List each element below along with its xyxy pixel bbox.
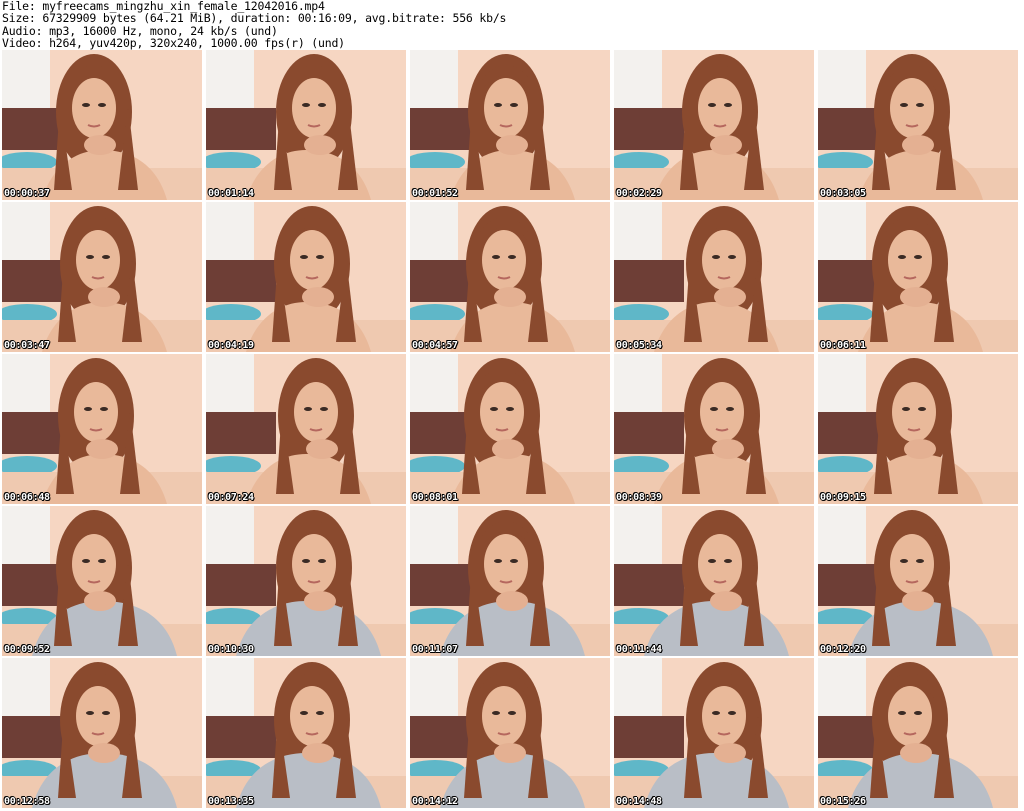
thumbnail-image <box>410 50 610 200</box>
video-thumbnail[interactable]: 00:00:37 <box>2 50 202 200</box>
video-thumbnail[interactable]: 00:01:14 <box>206 50 406 200</box>
video-thumbnail[interactable]: 00:07:24 <box>206 354 406 504</box>
thumbnail-image <box>2 354 202 504</box>
file-size-line: Size: 67329909 bytes (64.21 MiB), durati… <box>2 11 507 26</box>
thumbnail-image <box>818 50 1018 200</box>
thumbnail-image <box>410 506 610 656</box>
timestamp-label: 00:12:20 <box>820 644 866 655</box>
thumbnail-image <box>818 202 1018 352</box>
timestamp-label: 00:03:47 <box>4 340 50 351</box>
video-thumbnail[interactable]: 00:03:05 <box>818 50 1018 200</box>
video-thumbnail[interactable]: 00:09:52 <box>2 506 202 656</box>
timestamp-label: 00:14:12 <box>412 796 458 807</box>
thumbnail-image <box>2 506 202 656</box>
thumbnail-image <box>206 354 406 504</box>
timestamp-label: 00:03:05 <box>820 188 866 199</box>
thumbnail-image <box>818 354 1018 504</box>
timestamp-label: 00:02:29 <box>616 188 662 199</box>
video-thumbnail[interactable]: 00:08:39 <box>614 354 814 504</box>
timestamp-label: 00:00:37 <box>4 188 50 199</box>
timestamp-label: 00:11:07 <box>412 644 458 655</box>
video-thumbnail[interactable]: 00:11:44 <box>614 506 814 656</box>
timestamp-label: 00:11:44 <box>616 644 662 655</box>
thumbnail-image <box>818 658 1018 808</box>
video-thumbnail[interactable]: 00:04:19 <box>206 202 406 352</box>
thumbnail-image <box>206 202 406 352</box>
video-thumbnail[interactable]: 00:14:48 <box>614 658 814 808</box>
timestamp-label: 00:04:19 <box>208 340 254 351</box>
timestamp-label: 00:09:15 <box>820 492 866 503</box>
timestamp-label: 00:12:58 <box>4 796 50 807</box>
thumbnail-image <box>206 50 406 200</box>
timestamp-label: 00:08:01 <box>412 492 458 503</box>
video-thumbnail[interactable]: 00:14:12 <box>410 658 610 808</box>
file-info-header: File: myfreecams_mingzhu_xin_female_1204… <box>2 0 1022 50</box>
thumbnail-image <box>206 658 406 808</box>
timestamp-label: 00:14:48 <box>616 796 662 807</box>
thumbnail-image <box>2 202 202 352</box>
thumbnail-image <box>614 354 814 504</box>
thumbnail-image <box>614 506 814 656</box>
timestamp-label: 00:13:35 <box>208 796 254 807</box>
thumbnail-image <box>818 506 1018 656</box>
thumbnail-image <box>410 658 610 808</box>
thumbnail-image <box>410 202 610 352</box>
timestamp-label: 00:06:48 <box>4 492 50 503</box>
timestamp-label: 00:06:11 <box>820 340 866 351</box>
video-thumbnail[interactable]: 00:02:29 <box>614 50 814 200</box>
timestamp-label: 00:05:34 <box>616 340 662 351</box>
video-thumbnail[interactable]: 00:12:20 <box>818 506 1018 656</box>
thumbnail-image <box>614 658 814 808</box>
thumbnail-image <box>206 506 406 656</box>
timestamp-label: 00:01:52 <box>412 188 458 199</box>
video-thumbnail[interactable]: 00:13:35 <box>206 658 406 808</box>
thumbnail-image <box>614 50 814 200</box>
video-info-line: Video: h264, yuv420p, 320x240, 1000.00 f… <box>2 35 345 50</box>
thumbnail-image <box>614 202 814 352</box>
thumbnail-image <box>410 354 610 504</box>
timestamp-label: 00:04:57 <box>412 340 458 351</box>
video-thumbnail[interactable]: 00:06:11 <box>818 202 1018 352</box>
timestamp-label: 00:15:26 <box>820 796 866 807</box>
thumbnail-image <box>2 658 202 808</box>
video-thumbnail[interactable]: 00:12:58 <box>2 658 202 808</box>
thumbnail-grid: 00:00:37 00:01:14 00:01:52 00:02:29 00:0… <box>0 50 1024 811</box>
timestamp-label: 00:07:24 <box>208 492 254 503</box>
video-thumbnail[interactable]: 00:03:47 <box>2 202 202 352</box>
video-thumbnail[interactable]: 00:01:52 <box>410 50 610 200</box>
timestamp-label: 00:08:39 <box>616 492 662 503</box>
video-thumbnail[interactable]: 00:11:07 <box>410 506 610 656</box>
video-thumbnail[interactable]: 00:04:57 <box>410 202 610 352</box>
thumbnail-image <box>2 50 202 200</box>
video-thumbnail[interactable]: 00:08:01 <box>410 354 610 504</box>
video-thumbnail[interactable]: 00:10:30 <box>206 506 406 656</box>
timestamp-label: 00:10:30 <box>208 644 254 655</box>
timestamp-label: 00:09:52 <box>4 644 50 655</box>
video-thumbnail[interactable]: 00:09:15 <box>818 354 1018 504</box>
video-thumbnail[interactable]: 00:05:34 <box>614 202 814 352</box>
timestamp-label: 00:01:14 <box>208 188 254 199</box>
video-thumbnail[interactable]: 00:06:48 <box>2 354 202 504</box>
video-thumbnail[interactable]: 00:15:26 <box>818 658 1018 808</box>
